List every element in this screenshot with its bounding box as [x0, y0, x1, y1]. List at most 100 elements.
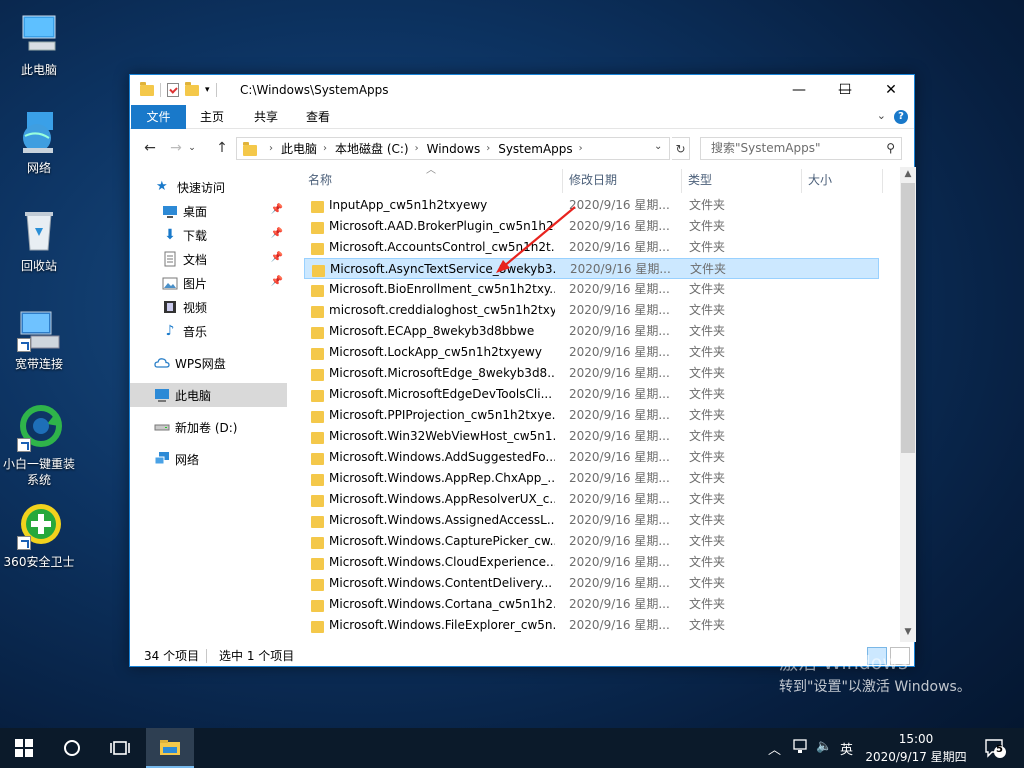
file-name: Microsoft.Windows.AddSuggestedFo... — [329, 450, 555, 464]
shortcut-arrow-icon — [17, 338, 31, 352]
list-item[interactable]: Microsoft.Windows.CloudExperience... 2020… — [304, 552, 879, 573]
list-item[interactable]: Microsoft.AccountsControl_cw5n1h2t... 202… — [304, 237, 879, 258]
column-divider — [681, 169, 682, 193]
search-button[interactable] — [48, 728, 96, 768]
nav-network[interactable]: 网络 — [130, 447, 287, 471]
list-item[interactable]: Microsoft.MicrosoftEdgeDevToolsCli... 202… — [304, 384, 879, 405]
column-divider — [882, 169, 883, 193]
list-item[interactable]: InputApp_cw5n1h2txyewy 2020/9/16 星期... 文件夹 — [304, 195, 879, 216]
nav-quick-access[interactable]: ★ 快速访问 — [130, 175, 287, 199]
network-tray-icon[interactable] — [792, 739, 808, 759]
tab-file[interactable]: 文件 — [131, 105, 186, 129]
nav-desktop[interactable]: 桌面 📌 — [130, 199, 287, 223]
address-dropdown-chevron-icon[interactable]: ⌄ — [654, 141, 662, 152]
list-item[interactable]: Microsoft.Windows.AddSuggestedFo... 2020/… — [304, 447, 879, 468]
nav-downloads[interactable]: ⬇ 下载 📌 — [130, 223, 287, 247]
shortcut-arrow-icon — [17, 536, 31, 550]
help-icon[interactable]: ? — [894, 110, 908, 124]
nav-this-pc[interactable]: 此电脑 — [130, 383, 287, 407]
list-item[interactable]: Microsoft.Windows.AssignedAccessL... 2020… — [304, 510, 879, 531]
breadcrumb-this-pc[interactable]: 此电脑 — [281, 140, 317, 157]
scroll-up-arrow-icon[interactable]: ▲ — [900, 169, 916, 179]
volume-icon[interactable]: 🔈 — [816, 739, 832, 754]
list-item[interactable]: Microsoft.Windows.CapturePicker_cw... 202… — [304, 531, 879, 552]
activation-watermark-title: 激活 Windows — [779, 652, 908, 674]
minimize-button[interactable]: — — [776, 75, 822, 105]
back-button[interactable]: ← — [140, 139, 160, 157]
input-method-indicator[interactable]: 英 — [840, 739, 853, 758]
vertical-scrollbar[interactable]: ▲ ▼ — [900, 167, 916, 642]
maximize-button[interactable]: ☐ — [822, 75, 868, 105]
column-header-size[interactable]: 大小 — [808, 167, 832, 193]
list-item[interactable]: Microsoft.Win32WebViewHost_cw5n1... 2020/… — [304, 426, 879, 447]
new-folder-icon[interactable] — [185, 81, 199, 96]
customize-toolbar-icon[interactable]: ▾ — [205, 85, 210, 95]
forward-button[interactable]: → — [166, 139, 186, 157]
close-button[interactable]: ✕ — [868, 75, 914, 105]
file-date: 2020/9/16 星期... — [569, 555, 670, 569]
pin-icon[interactable]: 📌 — [271, 204, 283, 215]
list-item[interactable]: Microsoft.PPIProjection_cw5n1h2txye... 20… — [304, 405, 879, 426]
nav-videos[interactable]: 视频 — [130, 295, 287, 319]
nav-pictures[interactable]: 图片 📌 — [130, 271, 287, 295]
desktop-icon-broadband[interactable]: 宽带连接 — [0, 304, 78, 372]
pin-icon[interactable]: 📌 — [271, 276, 283, 287]
folder-icon — [311, 474, 324, 486]
desktop-icon-this-pc[interactable]: 此电脑 — [0, 10, 78, 78]
breadcrumb-local-disk[interactable]: 本地磁盘 (C:) — [335, 140, 409, 157]
start-button[interactable] — [0, 728, 48, 768]
scroll-down-arrow-icon[interactable]: ▼ — [900, 627, 916, 637]
nav-music[interactable]: ♪ 音乐 — [130, 319, 287, 343]
list-item[interactable]: Microsoft.LockApp_cw5n1h2txyewy 2020/9/16… — [304, 342, 879, 363]
search-icon[interactable]: ⚲ — [886, 138, 895, 159]
drive-icon — [154, 419, 170, 435]
desktop-icon-360[interactable]: 360安全卫士 — [0, 502, 78, 570]
search-input[interactable]: 搜索"SystemApps" ⚲ — [700, 137, 902, 160]
pin-icon[interactable]: 📌 — [271, 228, 283, 239]
item-count: 34 个项目 — [144, 649, 200, 663]
refresh-icon[interactable]: ↻ — [672, 137, 690, 160]
list-item[interactable]: microsoft.creddialoghost_cw5n1h2txy... 20… — [304, 300, 879, 321]
clock[interactable]: 15:00 2020/9/17 星期四 — [858, 730, 974, 766]
breadcrumb-windows[interactable]: Windows — [427, 142, 481, 156]
tab-view[interactable]: 查看 — [294, 105, 342, 129]
list-item[interactable]: Microsoft.Windows.ContentDelivery... 2020… — [304, 573, 879, 594]
show-hidden-icons-chevron-icon[interactable]: ︿ — [768, 739, 781, 758]
pin-icon[interactable]: 📌 — [271, 252, 283, 263]
file-name: Microsoft.Windows.CloudExperience... — [329, 555, 555, 569]
desktop-icon-xiaobai[interactable]: 小白一键重装系统 — [0, 404, 78, 488]
breadcrumb-separator: › — [578, 143, 583, 154]
scrollbar-thumb[interactable] — [901, 183, 915, 453]
list-item[interactable]: Microsoft.AsyncTextService_8wekyb3... 202… — [304, 258, 879, 279]
column-header-date[interactable]: 修改日期 — [569, 167, 617, 193]
task-view-button[interactable] — [96, 728, 144, 768]
tab-share[interactable]: 共享 — [242, 105, 290, 129]
folder-icon — [311, 621, 324, 633]
tab-home[interactable]: 主页 — [188, 105, 236, 129]
list-item[interactable]: Microsoft.Windows.AppResolverUX_c... 2020… — [304, 489, 879, 510]
list-item[interactable]: Microsoft.Windows.Cortana_cw5n1h2... 2020… — [304, 594, 879, 615]
list-item[interactable]: Microsoft.Windows.FileExplorer_cw5n... 20… — [304, 615, 879, 636]
nav-documents[interactable]: 文档 📌 — [130, 247, 287, 271]
notification-center-icon[interactable]: 5 — [984, 738, 1006, 762]
nav-drive-d[interactable]: 新加卷 (D:) — [130, 415, 287, 439]
security-guard-icon — [15, 502, 63, 550]
desktop-icon-network[interactable]: 网络 — [0, 108, 78, 176]
list-item[interactable]: Microsoft.BioEnrollment_cw5n1h2txy... 202… — [304, 279, 879, 300]
expand-ribbon-chevron-icon[interactable]: ⌄ — [877, 109, 886, 122]
column-header-name[interactable]: 名称 — [308, 167, 332, 193]
list-item[interactable]: Microsoft.ECApp_8wekyb3d8bbwe 2020/9/16 星… — [304, 321, 879, 342]
file-explorer-taskbar-button[interactable] — [146, 728, 194, 768]
list-item[interactable]: Microsoft.AAD.BrokerPlugin_cw5n1h2... 202… — [304, 216, 879, 237]
breadcrumb-systemapps[interactable]: SystemApps — [498, 142, 572, 156]
file-date: 2020/9/16 星期... — [569, 345, 670, 359]
properties-icon[interactable] — [167, 83, 179, 97]
recent-locations-chevron-icon[interactable]: ⌄ — [186, 139, 198, 157]
address-bar[interactable]: › 此电脑 › 本地磁盘 (C:) › Windows › SystemApps… — [236, 137, 670, 160]
desktop-icon-recycle-bin[interactable]: 回收站 — [0, 206, 78, 274]
column-header-type[interactable]: 类型 — [688, 167, 712, 193]
up-button[interactable]: ↑ — [212, 139, 232, 157]
nav-wps-drive[interactable]: WPS网盘 — [130, 351, 287, 375]
list-item[interactable]: Microsoft.MicrosoftEdge_8wekyb3d8... 2020… — [304, 363, 879, 384]
list-item[interactable]: Microsoft.Windows.AppRep.ChxApp_... 2020/… — [304, 468, 879, 489]
